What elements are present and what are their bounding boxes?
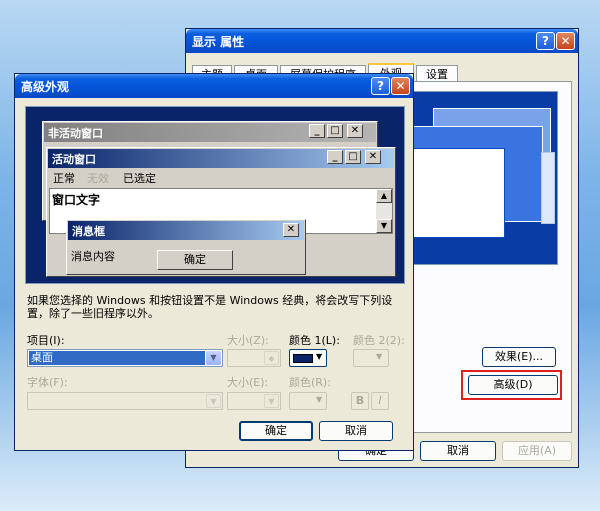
- advanced-button-highlight: [461, 370, 562, 400]
- tab-settings[interactable]: 设置: [416, 65, 458, 81]
- item-select-text: 桌面: [31, 351, 53, 364]
- preview-scrollbar: [541, 152, 555, 224]
- font-color-label: 颜色(R):: [289, 376, 331, 389]
- preview-message-box: 消息框 ✕ 消息内容 确定: [66, 219, 306, 275]
- appearance-preview: [408, 91, 558, 265]
- advanced-appearance-titlebar[interactable]: 高级外观: [15, 74, 413, 98]
- maximize-icon: □: [345, 150, 361, 164]
- item-select-value: 桌面: [29, 351, 205, 365]
- advanced-appearance-dialog: 高级外观 ? ✕ 非活动窗口 _ □ ✕ 活动窗口 _ □ ✕ 正常 无效 已选: [14, 73, 414, 451]
- effects-button[interactable]: 效果(E)...: [482, 347, 556, 367]
- font-select[interactable]: ▼: [27, 392, 223, 410]
- chevron-down-icon[interactable]: ▼: [264, 394, 279, 408]
- preview-window-front: [409, 148, 505, 238]
- menu-item-selected: 已选定: [123, 172, 156, 185]
- bold-toggle[interactable]: B: [351, 392, 369, 410]
- display-apply-button[interactable]: 应用(A): [502, 441, 572, 461]
- window-text: 窗口文字: [52, 193, 101, 207]
- advanced-appearance-title: 高级外观: [21, 80, 70, 94]
- scroll-up-icon: ▲: [376, 189, 392, 203]
- active-window-title: 活动窗口: [52, 153, 96, 166]
- menu-item-disabled: 无效: [87, 172, 109, 185]
- font-size-select[interactable]: ▼: [227, 392, 281, 410]
- color2-label: 颜色 2(2):: [353, 334, 405, 347]
- scroll-down-icon: ▼: [376, 219, 392, 233]
- font-color-picker[interactable]: ▼: [289, 392, 327, 410]
- color1-picker[interactable]: ▼: [289, 349, 327, 367]
- preview-menu-bar: 正常 无效 已选定: [51, 170, 351, 186]
- chevron-down-icon[interactable]: ▼: [206, 351, 221, 365]
- item-select[interactable]: 桌面 ▼: [27, 349, 223, 367]
- chevron-down-icon: ▼: [316, 352, 323, 361]
- close-icon: ✕: [347, 124, 363, 138]
- help-icon[interactable]: ?: [536, 32, 555, 50]
- spinner-icon[interactable]: ◆: [264, 351, 279, 365]
- chevron-down-icon: ▼: [316, 395, 323, 404]
- size-spinner[interactable]: ◆: [227, 349, 281, 367]
- help-icon[interactable]: ?: [371, 77, 390, 95]
- color1-swatch: [293, 354, 313, 363]
- minimize-icon: _: [327, 150, 343, 164]
- inactive-window-title: 非活动窗口: [48, 127, 103, 140]
- close-icon: ✕: [283, 223, 299, 237]
- menu-item-normal: 正常: [53, 172, 75, 185]
- maximize-icon: □: [327, 124, 343, 138]
- message-box-ok-button: 确定: [157, 250, 233, 270]
- close-icon[interactable]: ✕: [556, 32, 575, 50]
- close-icon: ✕: [365, 150, 381, 164]
- font-size-label: 大小(E):: [227, 376, 269, 389]
- chevron-down-icon[interactable]: ▼: [206, 394, 221, 408]
- display-properties-title: 显示 属性: [192, 35, 245, 49]
- display-cancel-button[interactable]: 取消: [420, 441, 496, 461]
- chevron-down-icon: ▼: [376, 352, 383, 361]
- message-box-titlebar: 消息框: [68, 221, 304, 240]
- advanced-ok-button[interactable]: 确定: [239, 421, 313, 441]
- color2-picker[interactable]: ▼: [353, 349, 389, 367]
- message-box-content: 消息内容: [71, 250, 115, 263]
- color1-label: 颜色 1(L):: [289, 334, 340, 347]
- font-label: 字体(F):: [27, 376, 68, 389]
- advanced-cancel-button[interactable]: 取消: [319, 421, 393, 441]
- close-icon[interactable]: ✕: [391, 77, 410, 95]
- size-label: 大小(Z):: [227, 334, 269, 347]
- message-box-title: 消息框: [72, 225, 105, 238]
- display-properties-titlebar[interactable]: 显示 属性: [186, 29, 578, 53]
- item-label: 项目(I):: [27, 334, 65, 347]
- advanced-preview: 非活动窗口 _ □ ✕ 活动窗口 _ □ ✕ 正常 无效 已选定 窗口文字 ▲ …: [25, 106, 405, 284]
- minimize-icon: _: [309, 124, 325, 138]
- italic-toggle[interactable]: I: [371, 392, 389, 410]
- preview-scrollbar: ▲ ▼: [376, 189, 392, 233]
- advanced-info-text: 如果您选择的 Windows 和按钮设置不是 Windows 经典，将会改写下列…: [27, 294, 393, 320]
